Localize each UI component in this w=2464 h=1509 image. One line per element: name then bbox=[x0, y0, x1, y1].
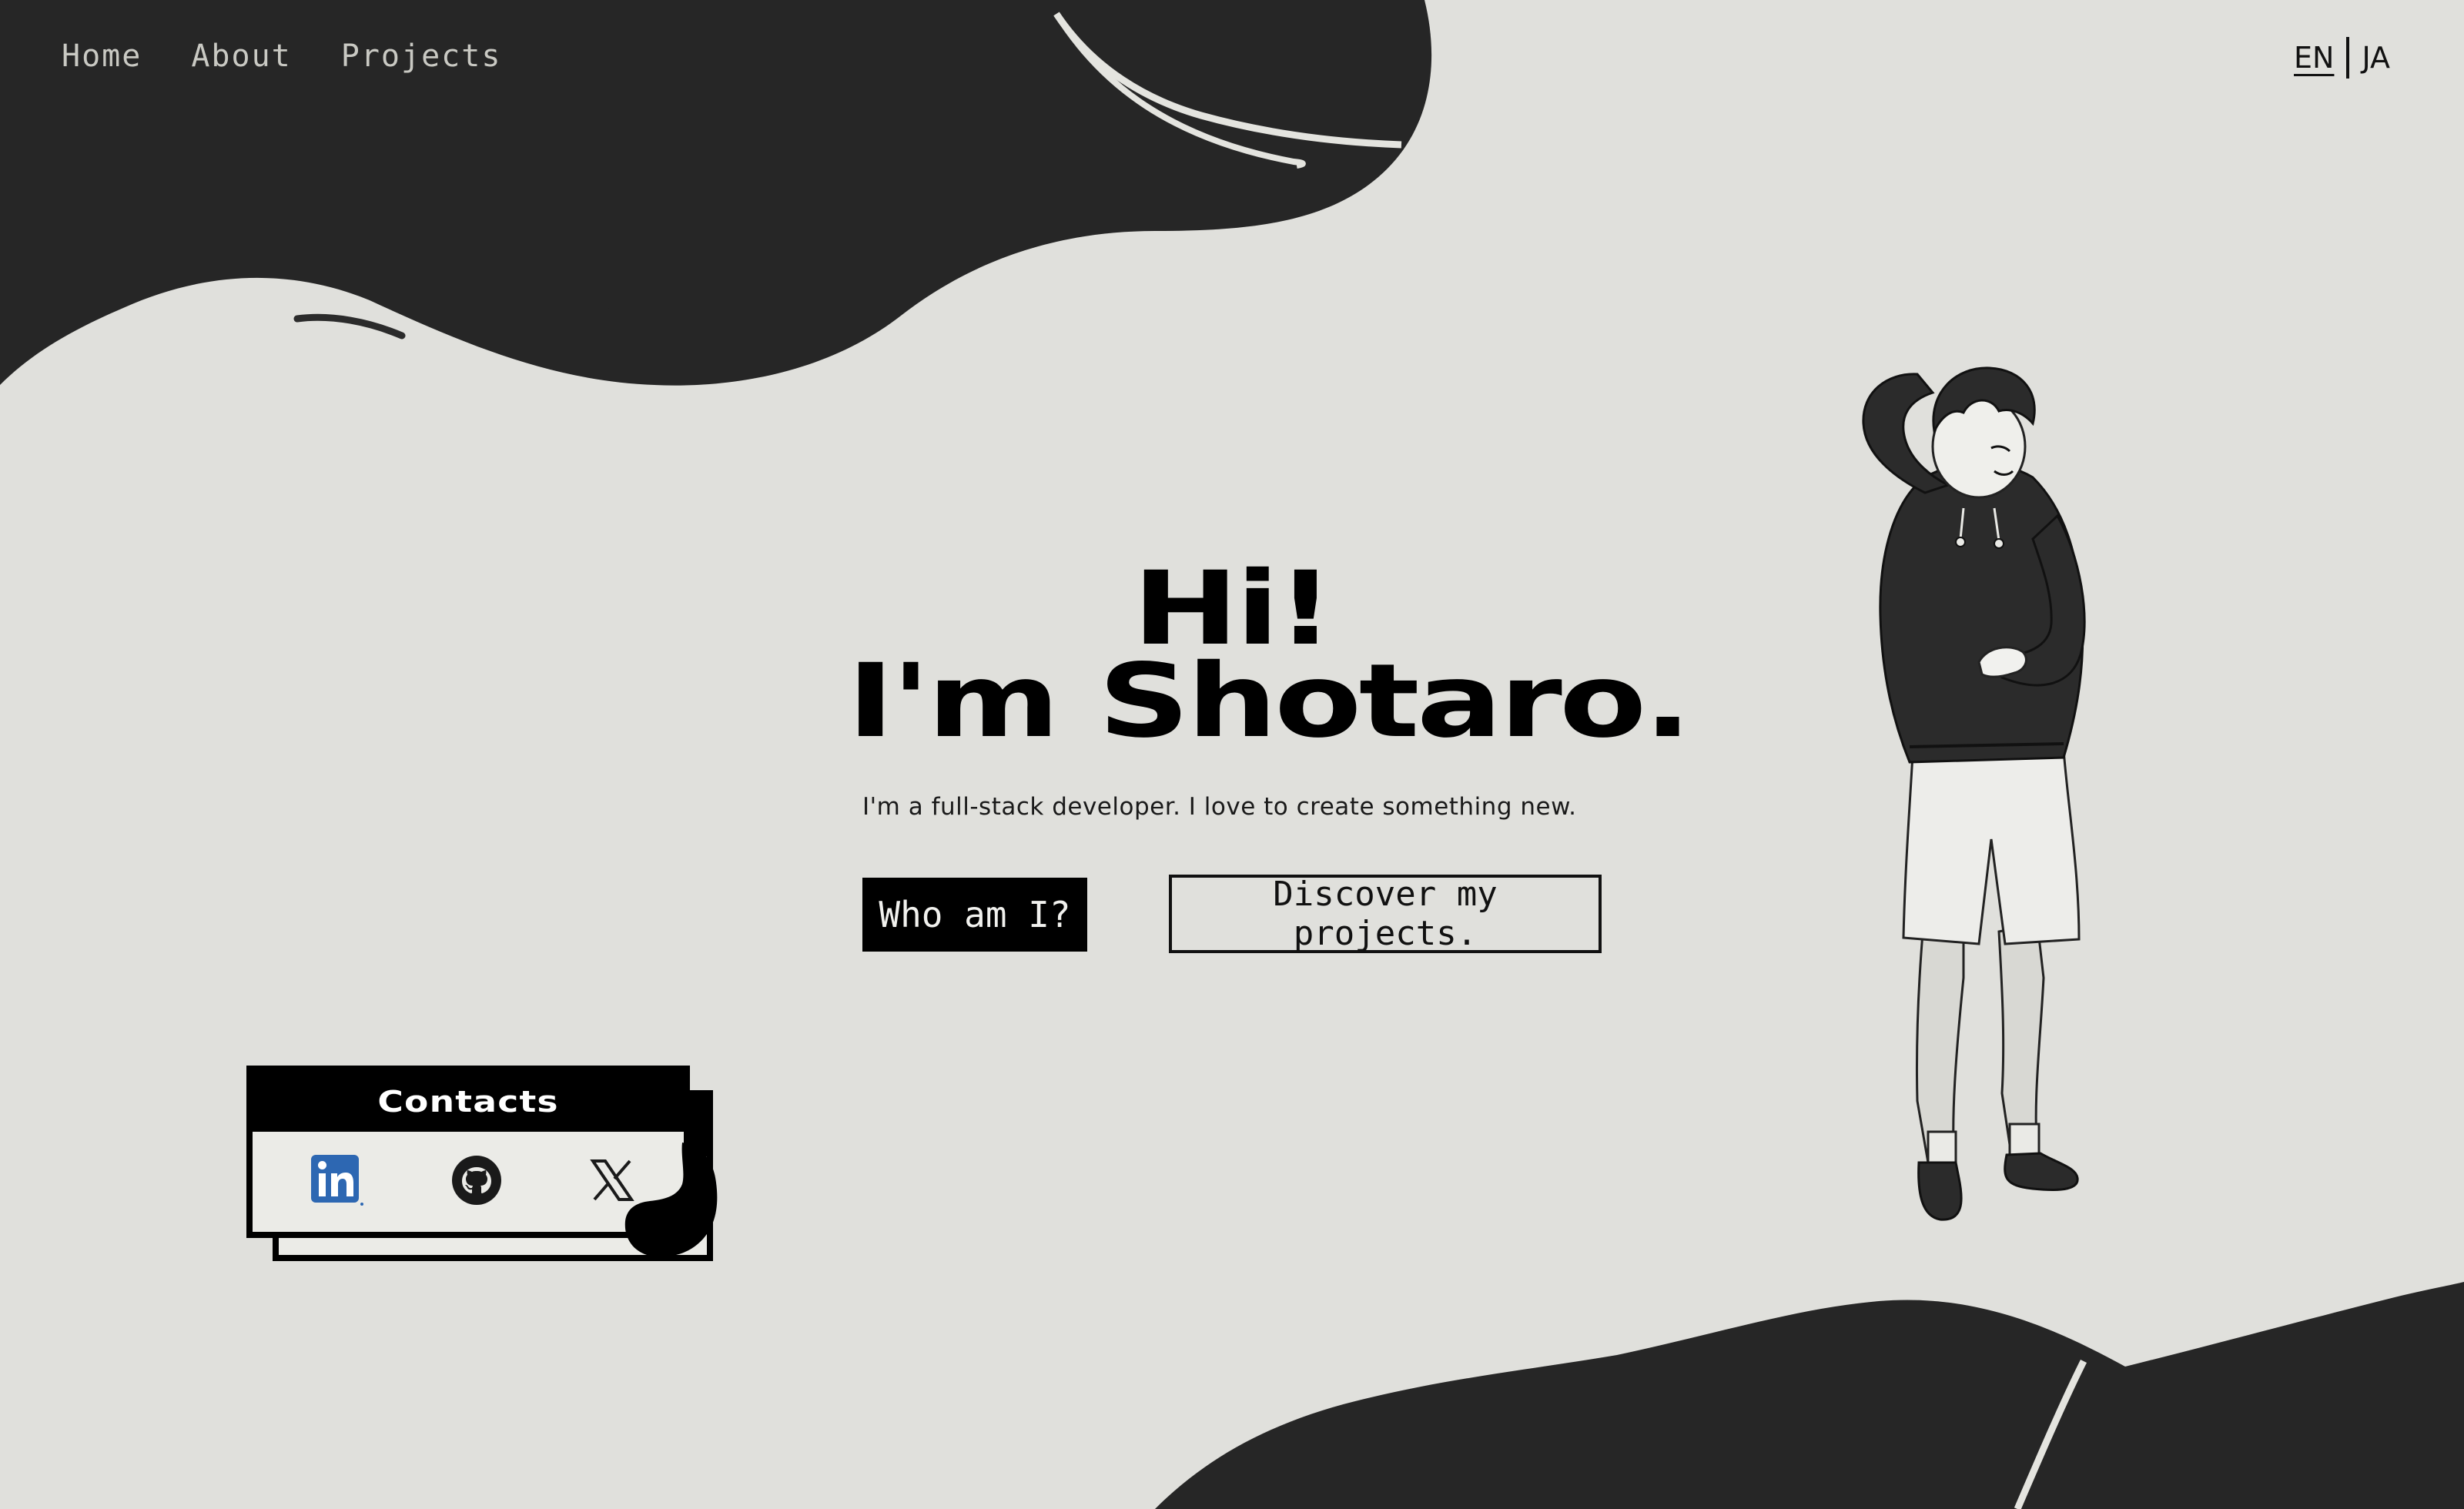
language-divider bbox=[2346, 37, 2350, 79]
who-am-i-button[interactable]: Who am I? bbox=[862, 878, 1087, 952]
contacts-header: Contacts bbox=[253, 1072, 684, 1132]
page: Home About Projects EN JA Hi! I'm Shotar… bbox=[0, 0, 2464, 1509]
discover-projects-button[interactable]: Discover my projects. bbox=[1169, 875, 1602, 953]
contacts-card: Contacts bbox=[246, 1066, 739, 1275]
contacts-title: Contacts bbox=[377, 1085, 559, 1119]
person-illustration bbox=[1862, 366, 2086, 1221]
nav-about-link[interactable]: About bbox=[191, 38, 291, 74]
nav-home-link[interactable]: Home bbox=[62, 38, 142, 74]
main-nav: Home About Projects bbox=[62, 38, 551, 74]
language-ja-option[interactable]: JA bbox=[2362, 41, 2390, 75]
contacts-icon-row bbox=[253, 1132, 684, 1232]
decor-stroke-left bbox=[293, 313, 406, 340]
language-switcher: EN JA bbox=[2294, 37, 2390, 79]
hand-illustration bbox=[624, 1143, 718, 1257]
hero-subtitle: I'm a full-stack developer. I love to cr… bbox=[862, 793, 1577, 821]
hero-title-line-2: I'm Shotaro. bbox=[847, 642, 1692, 761]
linkedin-icon[interactable] bbox=[310, 1153, 363, 1207]
bottom-dark-blob bbox=[1155, 1282, 2464, 1509]
language-en-option[interactable]: EN bbox=[2294, 41, 2334, 75]
github-icon[interactable] bbox=[450, 1153, 504, 1207]
nav-projects-link[interactable]: Projects bbox=[341, 38, 502, 74]
